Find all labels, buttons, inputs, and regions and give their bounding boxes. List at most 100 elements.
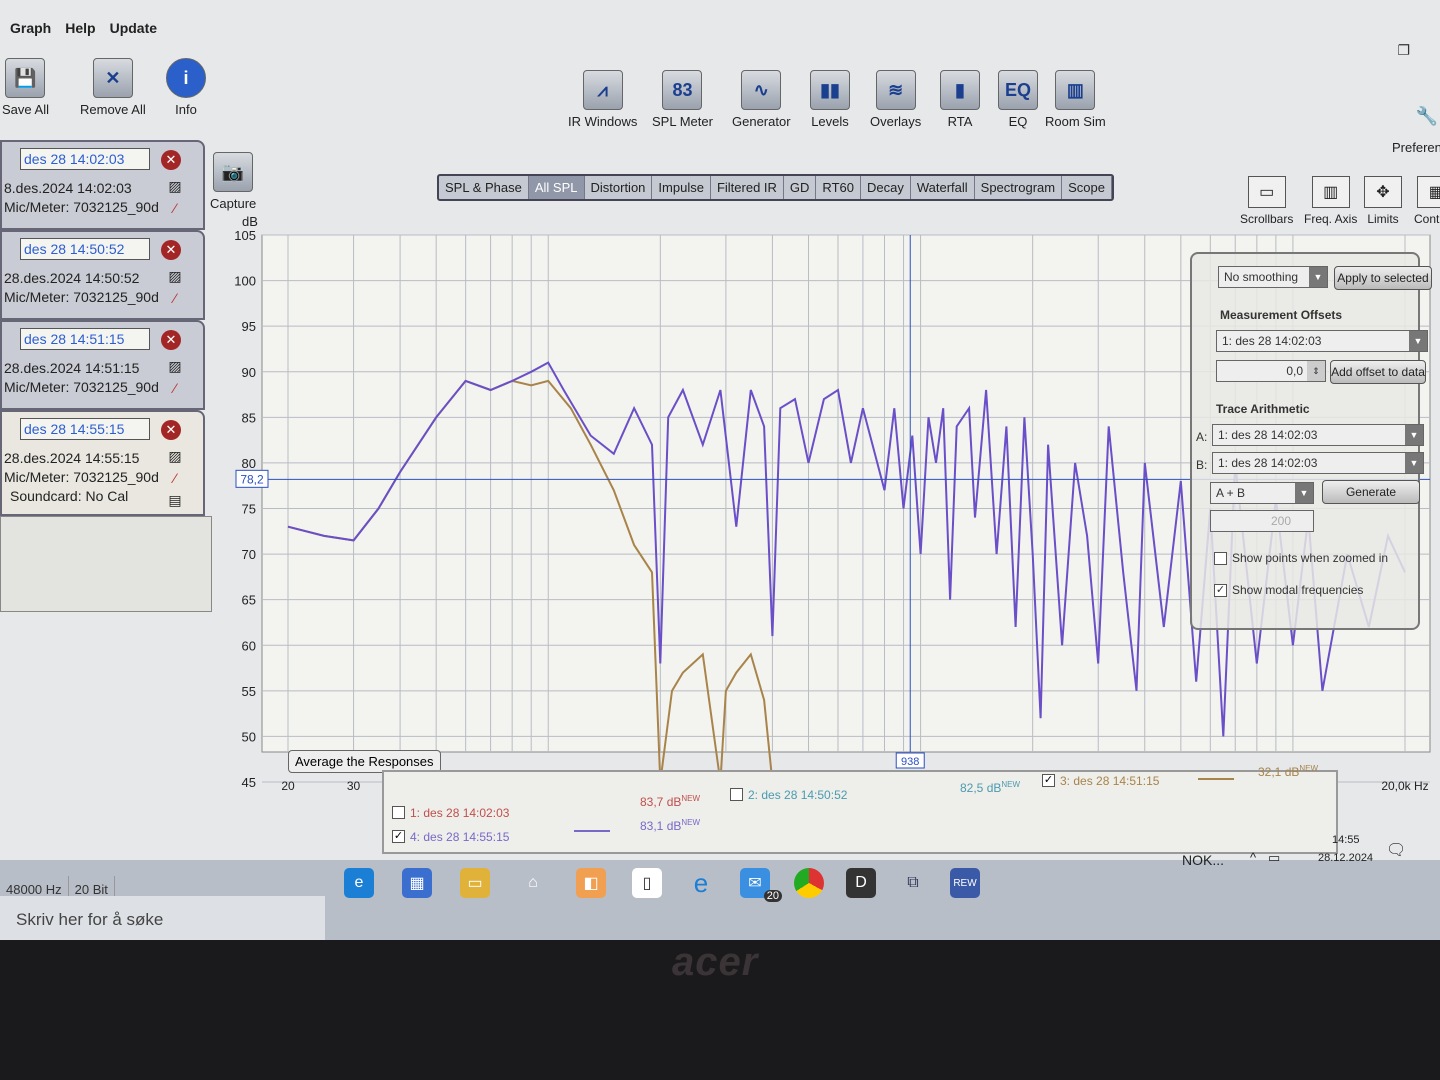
- pen-icon[interactable]: ⁄: [167, 200, 183, 216]
- legend-label[interactable]: 4: des 28 14:55:15: [410, 830, 509, 844]
- mail-icon[interactable]: ✉ 20: [740, 868, 782, 902]
- offset-value-spinner[interactable]: 0,0 ⇕: [1216, 360, 1326, 382]
- trace-b-select[interactable]: 1: des 28 14:02:03 ▼: [1212, 452, 1424, 474]
- clock-time[interactable]: 14:55: [1332, 834, 1360, 846]
- freq-axis-icon: ▥: [1311, 176, 1350, 208]
- chevron-down-icon: ▼: [1405, 453, 1423, 473]
- toolbar-label: Overlays: [870, 114, 922, 129]
- smoothing-select[interactable]: No smoothing ▼: [1218, 266, 1328, 288]
- toolbar-room-sim-button[interactable]: ▥ Room Sim: [1045, 70, 1106, 129]
- toolbar-label: RTA: [947, 114, 973, 129]
- network-app-icon[interactable]: ⧉: [898, 868, 928, 898]
- notifications-icon[interactable]: 🗨: [1386, 840, 1406, 860]
- remove-measurement-icon[interactable]: ✕: [161, 240, 181, 260]
- measurement-name-field[interactable]: des 28 14:02:03: [20, 148, 150, 170]
- limits-button[interactable]: ✥ Limits: [1364, 176, 1402, 226]
- notes-icon[interactable]: ▤: [167, 492, 183, 508]
- show-modal-checkbox[interactable]: ✓: [1214, 584, 1227, 597]
- spl-meter-icon: 83: [662, 70, 703, 110]
- measurement-card[interactable]: des 28 14:51:15 ✕ 28.des.2024 14:51:15 Mic/…: [0, 320, 205, 410]
- arith-parameter-spinner[interactable]: 200: [1210, 510, 1314, 532]
- show-points-checkbox[interactable]: [1214, 552, 1227, 565]
- smoothing-value: No smoothing: [1224, 270, 1299, 284]
- legend-checkbox[interactable]: [730, 788, 743, 801]
- legend-checkbox[interactable]: ✓: [392, 830, 405, 843]
- toolbar-label: Room Sim: [1045, 114, 1106, 129]
- controls-button[interactable]: ▦ Controls: [1414, 176, 1440, 226]
- edge-icon[interactable]: e: [344, 868, 374, 898]
- toolbar-overlays-button[interactable]: ≋ Overlays: [870, 70, 921, 129]
- ir-windows-icon: ⩘: [582, 70, 623, 110]
- home-icon[interactable]: ⌂: [518, 868, 548, 898]
- internet-explorer-icon[interactable]: e: [686, 868, 716, 898]
- save-measurement-icon[interactable]: ▨: [167, 358, 183, 374]
- chrome-icon[interactable]: [794, 868, 824, 898]
- y-tick-label: 100: [234, 274, 256, 289]
- y-tick-label: 90: [242, 365, 256, 380]
- measurement-card[interactable]: des 28 14:50:52 ✕ 28.des.2024 14:50:52 Mic/…: [0, 230, 205, 320]
- toolbar-eq-button[interactable]: EQ EQ: [998, 70, 1038, 129]
- clock-date[interactable]: 28.12.2024: [1318, 852, 1373, 864]
- measurement-name-field[interactable]: des 28 14:51:15: [20, 328, 150, 350]
- measurement-soundcard: Soundcard: No Cal: [10, 488, 129, 504]
- tool-label: Controls: [1414, 212, 1440, 226]
- toolbar-spl-meter-button[interactable]: 83 SPL Meter: [652, 70, 713, 129]
- offsets-title: Measurement Offsets: [1220, 308, 1343, 322]
- legend-label[interactable]: 2: des 28 14:50:52: [748, 788, 847, 802]
- rta-icon: ▮: [940, 70, 980, 110]
- save-measurement-icon[interactable]: ▨: [167, 448, 183, 464]
- legend-checkbox[interactable]: ✓: [1042, 774, 1055, 787]
- battery-icon[interactable]: ▭: [1268, 850, 1280, 866]
- tool-label: Limits: [1367, 212, 1399, 226]
- measurement-name-field[interactable]: des 28 14:50:52: [20, 238, 150, 260]
- measurement-card[interactable]: des 28 14:55:15 ✕ 28.des.2024 14:55:15 Mic/…: [0, 410, 205, 516]
- legend-label[interactable]: 1: des 28 14:02:03: [410, 806, 509, 820]
- app-d-icon[interactable]: D: [846, 868, 876, 898]
- document-icon[interactable]: ▯: [632, 868, 662, 898]
- remove-measurement-icon[interactable]: ✕: [161, 330, 181, 350]
- legend-label[interactable]: 3: des 28 14:51:15: [1060, 774, 1159, 788]
- y-tick-label: 95: [242, 319, 256, 334]
- room-sim-icon: ▥: [1055, 70, 1096, 110]
- new-badge: NEW: [1001, 780, 1021, 789]
- store-icon[interactable]: ▦: [402, 868, 432, 898]
- scrollbars-button[interactable]: ▭ Scrollbars: [1240, 176, 1293, 226]
- generator-icon: ∿: [741, 70, 782, 110]
- new-badge: NEW: [1299, 764, 1319, 773]
- toolbar-generator-button[interactable]: ∿ Generator: [732, 70, 791, 129]
- tool-label: Freq. Axis: [1304, 212, 1358, 226]
- operation-select[interactable]: A + B ▼: [1210, 482, 1314, 504]
- legend-checkbox[interactable]: [392, 806, 405, 819]
- add-offset-button[interactable]: Add offset to data: [1330, 360, 1426, 384]
- rew-taskbar-icon[interactable]: REW: [950, 868, 980, 898]
- x-tick-label: 20,0k Hz: [1381, 779, 1428, 793]
- trace-a-select[interactable]: 1: des 28 14:02:03 ▼: [1212, 424, 1424, 446]
- remove-measurement-icon[interactable]: ✕: [161, 420, 181, 440]
- chevron-up-icon[interactable]: ^: [1250, 850, 1256, 865]
- pen-icon[interactable]: ⁄: [167, 380, 183, 396]
- save-measurement-icon[interactable]: ▨: [167, 268, 183, 284]
- measurement-card[interactable]: des 28 14:02:03 ✕ 8.des.2024 14:02:03 Mic/M…: [0, 140, 205, 230]
- toolbar-ir-windows-button[interactable]: ⩘ IR Windows: [568, 70, 637, 129]
- remove-measurement-icon[interactable]: ✕: [161, 150, 181, 170]
- toolbar-levels-button[interactable]: ▮▮ Levels: [810, 70, 850, 129]
- taskbar-search[interactable]: Skriv her for å søke: [0, 896, 325, 940]
- file-explorer-icon[interactable]: ▭: [460, 868, 490, 898]
- network-name[interactable]: NOK...: [1182, 852, 1224, 868]
- app-icon[interactable]: ◧: [576, 868, 606, 898]
- arith-parameter-value: 200: [1270, 514, 1291, 528]
- measurement-name-field[interactable]: des 28 14:55:15: [20, 418, 150, 440]
- apply-to-selected-button[interactable]: Apply to selected: [1334, 266, 1432, 290]
- chevron-down-icon: ▼: [1405, 425, 1423, 445]
- toolbar-label: Levels: [811, 114, 849, 129]
- toolbar-label: IR Windows: [568, 114, 638, 129]
- toolbar-label: Generator: [732, 114, 791, 129]
- freq-axis-button[interactable]: ▥ Freq. Axis: [1304, 176, 1357, 226]
- generate-button[interactable]: Generate: [1322, 480, 1420, 504]
- save-measurement-icon[interactable]: ▨: [167, 178, 183, 194]
- y-tick-label: 105: [234, 228, 256, 243]
- pen-icon[interactable]: ⁄: [167, 470, 183, 486]
- toolbar-rta-button[interactable]: ▮ RTA: [940, 70, 980, 129]
- offset-measurement-select[interactable]: 1: des 28 14:02:03 ▼: [1216, 330, 1428, 352]
- pen-icon[interactable]: ⁄: [167, 290, 183, 306]
